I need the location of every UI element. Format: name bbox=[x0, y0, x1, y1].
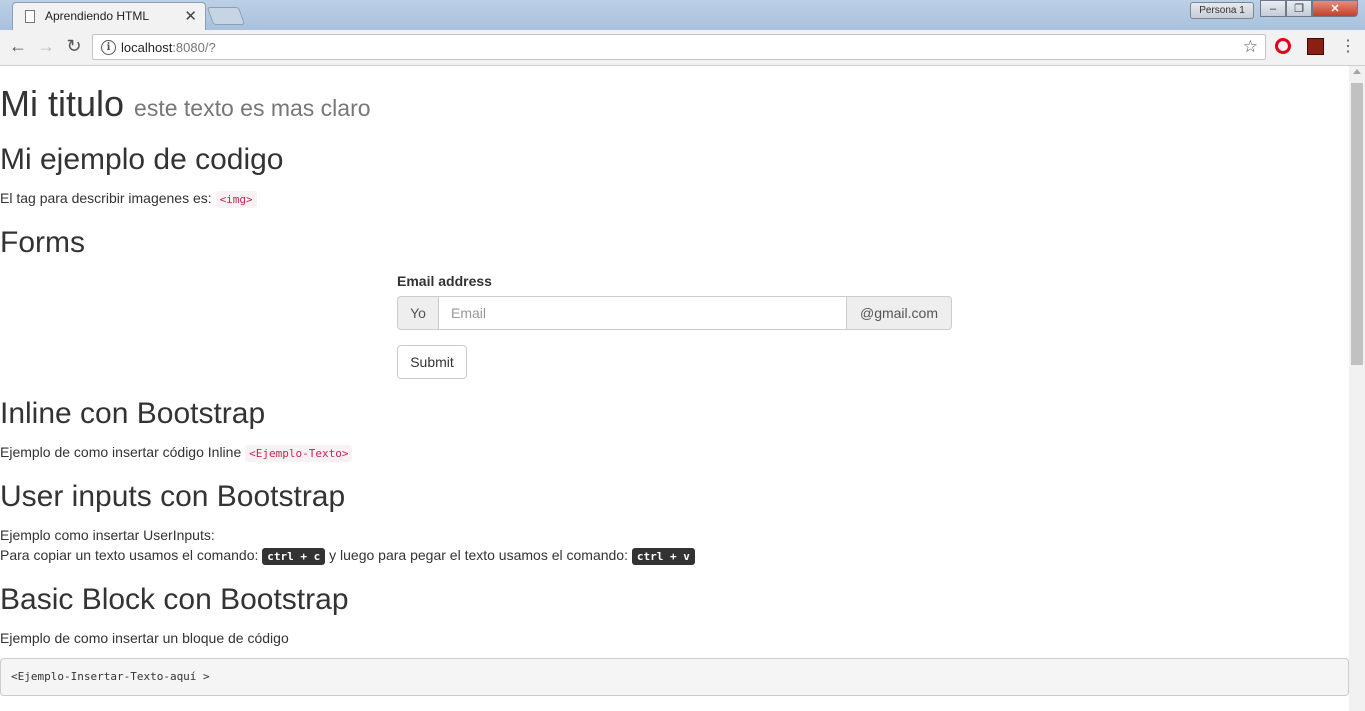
bookmark-star-icon[interactable]: ☆ bbox=[1243, 37, 1258, 57]
user-inputs-line1: Ejemplo como insertar UserInputs: bbox=[0, 527, 215, 543]
reload-icon[interactable]: ↻ bbox=[63, 36, 85, 57]
email-label: Email address bbox=[397, 273, 492, 289]
inline-code-example: <Ejemplo-Texto> bbox=[245, 445, 353, 462]
window-controls: ‒ ❐ ✕ bbox=[1260, 0, 1358, 18]
maximize-button[interactable]: ❐ bbox=[1286, 0, 1312, 17]
extension-icon[interactable] bbox=[1307, 38, 1324, 55]
codigo-text: El tag para describir imagenes es: bbox=[0, 190, 216, 206]
browser-tab[interactable]: Aprendiendo HTML ✕ bbox=[12, 2, 206, 31]
codigo-paragraph: El tag para describir imagenes es: <img> bbox=[0, 188, 257, 210]
heading-inline: Inline con Bootstrap bbox=[0, 397, 266, 430]
new-tab-button[interactable] bbox=[206, 7, 246, 25]
tab-title: Aprendiendo HTML bbox=[45, 9, 150, 23]
menu-icon[interactable]: ⋮ bbox=[1340, 36, 1356, 58]
scroll-thumb[interactable] bbox=[1351, 83, 1363, 365]
email-input-group: Yo @gmail.com bbox=[397, 296, 952, 330]
url-host: localhost bbox=[121, 40, 173, 55]
block-paragraph: Ejemplo de como insertar un bloque de có… bbox=[0, 630, 289, 646]
inline-paragraph: Ejemplo de como insertar código Inline <… bbox=[0, 442, 353, 464]
page-icon bbox=[25, 10, 35, 23]
page-title: Mi titulo este texto es mas claro bbox=[0, 84, 371, 128]
title-text: Mi titulo bbox=[0, 83, 125, 124]
url-path: :8080/? bbox=[172, 40, 216, 55]
vertical-scrollbar[interactable] bbox=[1349, 66, 1365, 711]
title-subtext: este texto es mas claro bbox=[134, 95, 371, 121]
scroll-up-arrow-icon[interactable] bbox=[1353, 69, 1361, 74]
heading-user-inputs: User inputs con Bootstrap bbox=[0, 480, 346, 513]
back-icon[interactable]: ← bbox=[7, 36, 29, 57]
page-viewport: Mi titulo este texto es mas claro Mi eje… bbox=[0, 66, 1349, 711]
opera-extension-icon[interactable] bbox=[1275, 38, 1291, 54]
url-text[interactable]: localhost:8080/? bbox=[121, 40, 216, 55]
heading-forms: Forms bbox=[0, 226, 85, 259]
title-bar: Aprendiendo HTML ✕ Persona 1 ‒ ❐ ✕ bbox=[0, 0, 1365, 31]
forward-icon[interactable]: → bbox=[35, 36, 57, 57]
kbd-copy: ctrl + c bbox=[262, 548, 326, 565]
addon-right: @gmail.com bbox=[847, 296, 952, 330]
address-bar[interactable]: i localhost:8080/? ☆ bbox=[92, 34, 1266, 60]
addon-left: Yo bbox=[397, 296, 438, 330]
close-tab-icon[interactable]: ✕ bbox=[184, 7, 197, 25]
heading-codigo: Mi ejemplo de codigo bbox=[0, 143, 284, 176]
submit-button[interactable]: Submit bbox=[397, 345, 467, 379]
info-icon[interactable]: i bbox=[101, 40, 116, 55]
user-inputs-line2: Para copiar un texto usamos el comando: … bbox=[0, 545, 695, 567]
copy-text: Para copiar un texto usamos el comando: bbox=[0, 547, 263, 563]
heading-block: Basic Block con Bootstrap bbox=[0, 583, 349, 616]
browser-toolbar: ← → ↻ i localhost:8080/? ☆ ⋮ bbox=[0, 30, 1365, 66]
minimize-button[interactable]: ‒ bbox=[1260, 0, 1286, 17]
email-field[interactable] bbox=[438, 296, 847, 330]
inline-text: Ejemplo de como insertar código Inline bbox=[0, 444, 246, 460]
kbd-paste: ctrl + v bbox=[631, 548, 695, 565]
profile-button[interactable]: Persona 1 bbox=[1190, 2, 1254, 19]
paste-text: y luego para pegar el texto usamos el co… bbox=[325, 547, 632, 563]
inline-code: <img> bbox=[215, 191, 257, 208]
code-block: <Ejemplo-Insertar-Texto-aquí > bbox=[0, 658, 1349, 696]
close-window-button[interactable]: ✕ bbox=[1312, 0, 1358, 17]
